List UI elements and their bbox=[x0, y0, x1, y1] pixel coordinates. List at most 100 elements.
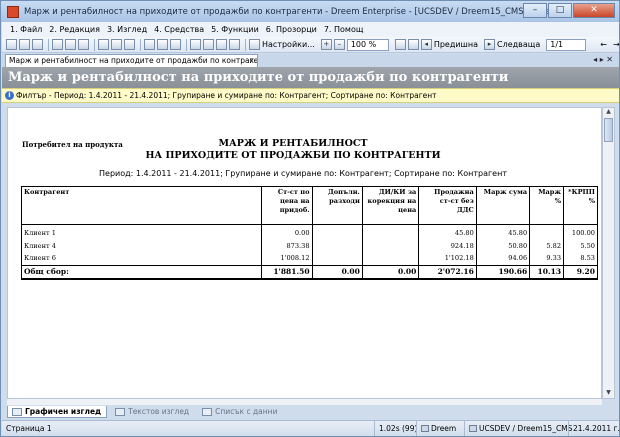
column-header: Марж % bbox=[529, 186, 565, 225]
report-page: Потребител на продукта МАРЖ И РЕНТАБИЛНО… bbox=[7, 107, 602, 399]
forward-arrow-icon[interactable]: → bbox=[613, 40, 620, 49]
fit-page-icon[interactable] bbox=[394, 39, 406, 50]
tab-data-list[interactable]: Списък с данни bbox=[198, 406, 282, 418]
menu-windows[interactable]: 6. Прозорци bbox=[266, 25, 317, 34]
zoom-select[interactable]: 100 % bbox=[346, 38, 389, 51]
filter-icon[interactable] bbox=[157, 39, 168, 50]
back-arrow-icon[interactable]: ← bbox=[600, 40, 607, 49]
menu-view[interactable]: 3. Изглед bbox=[107, 25, 147, 34]
table-cell: 5.82 bbox=[529, 239, 565, 252]
settings-button[interactable]: Настройки... bbox=[262, 40, 315, 49]
grid-icon[interactable] bbox=[229, 39, 240, 50]
table-cell: Клиент 1 bbox=[20, 224, 263, 239]
scroll-up-icon[interactable]: ▲ bbox=[603, 108, 614, 117]
print-preview-icon[interactable] bbox=[111, 39, 122, 50]
report-period: Период: 1.4.2011 - 21.4.2011; Групиране … bbox=[99, 169, 507, 178]
database-icon bbox=[469, 425, 477, 432]
report-title-line1: МАРЖ И РЕНТАБИЛНОСТ bbox=[218, 138, 368, 149]
report-title: МАРЖ И РЕНТАБИЛНОСТ НА ПРИХОДИТЕ ОТ ПРОД… bbox=[133, 138, 453, 162]
table-cell bbox=[529, 224, 565, 239]
layout-icon[interactable] bbox=[190, 39, 201, 50]
status-date: 21.4.2011 г. bbox=[568, 421, 620, 436]
minimize-button[interactable]: – bbox=[523, 3, 547, 18]
column-header: Марж сума bbox=[475, 186, 531, 225]
page-select[interactable]: 1/1 bbox=[546, 38, 587, 51]
menu-file[interactable]: 1. Файл bbox=[10, 25, 42, 34]
fit-width-icon[interactable] bbox=[407, 39, 419, 50]
save-icon[interactable] bbox=[32, 39, 43, 50]
open-folder-icon[interactable] bbox=[19, 39, 30, 50]
total-label: Общ сбор: bbox=[20, 264, 263, 280]
table-cell: 100.00 bbox=[563, 224, 598, 239]
table-cell: 1'008.12 bbox=[261, 252, 313, 265]
total-cell: 0.00 bbox=[311, 264, 363, 280]
menu-edit[interactable]: 2. Редакция bbox=[49, 25, 100, 34]
table-row: Клиент 1 0.00 45.80 45.80 100.00 bbox=[20, 224, 598, 239]
print-icon[interactable] bbox=[98, 39, 109, 50]
horizontal-scrollbar[interactable] bbox=[7, 399, 602, 405]
app-window: Марж и рентабилност на приходите от прод… bbox=[0, 0, 620, 437]
tab-graphic-view[interactable]: Графичен изглед bbox=[7, 406, 108, 418]
next-page-button[interactable]: Следваща bbox=[497, 40, 540, 49]
close-button[interactable]: ✕ bbox=[573, 3, 615, 18]
column-header: ДИ/КИ за корекция на цена bbox=[361, 186, 420, 225]
zoom-in-icon[interactable]: + bbox=[320, 39, 332, 50]
tab-navigation-controls[interactable]: ◂ ▸ ✕ bbox=[593, 54, 613, 66]
prev-page-button[interactable]: Предишна bbox=[434, 40, 478, 49]
menu-help[interactable]: 7. Помощ bbox=[324, 25, 364, 34]
table-cell: Клиент 4 bbox=[20, 239, 263, 252]
toolbar: Настройки... + – 100 % ◂ Предишна ▸ След… bbox=[2, 37, 620, 53]
tab-close-icon[interactable]: x bbox=[250, 55, 254, 66]
table-cell: 9.33 bbox=[529, 252, 565, 265]
filter-bar: i Филтър - Период: 1.4.2011 - 21.4.2011;… bbox=[2, 88, 619, 103]
status-bar: Страница 1 1.02s (99) Dreem UCSDEV / Dre… bbox=[2, 420, 620, 436]
tab-text-view-label: Текстов изглед bbox=[128, 407, 190, 416]
cut-icon[interactable] bbox=[52, 39, 63, 50]
view-tabs: Графичен изглед Текстов изглед Списък с … bbox=[7, 406, 615, 418]
table-cell: 8.53 bbox=[563, 252, 598, 265]
table-row: Клиент 6 1'008.12 1'102.18 94.06 9.33 8.… bbox=[20, 252, 598, 265]
tab-data-list-label: Списък с данни bbox=[215, 407, 278, 416]
column-header: *КРПП % bbox=[563, 186, 598, 225]
vertical-scrollbar[interactable]: ▲ ▼ bbox=[602, 107, 615, 399]
status-app-label: Dreem bbox=[431, 424, 457, 433]
table-cell: 45.80 bbox=[418, 224, 477, 239]
total-cell: 1'881.50 bbox=[261, 264, 313, 280]
status-db: UCSDEV / Dreem15_CMS bbox=[464, 421, 572, 436]
copy-icon[interactable] bbox=[65, 39, 76, 50]
info-icon: i bbox=[5, 91, 14, 100]
zoom-out-icon[interactable]: – bbox=[333, 39, 345, 50]
table-total-row: Общ сбор: 1'881.50 0.00 0.00 2'072.16 19… bbox=[20, 264, 598, 280]
report-table: Контрагент Ст-ст по цена на придоб. Допъ… bbox=[20, 186, 598, 280]
toolbar-separator bbox=[48, 38, 49, 51]
column-header: Ст-ст по цена на придоб. bbox=[261, 186, 313, 225]
graphic-view-icon bbox=[12, 408, 22, 416]
settings-icon bbox=[249, 39, 260, 50]
paste-icon[interactable] bbox=[78, 39, 89, 50]
report-title-line2: НА ПРИХОДИТЕ ОТ ПРОДАЖБИ ПО КОНТРАГЕНТИ bbox=[145, 150, 441, 161]
menu-functions[interactable]: 5. Функции bbox=[211, 25, 259, 34]
scrollbar-thumb[interactable] bbox=[604, 118, 613, 142]
table-cell bbox=[311, 239, 363, 252]
column-header: Продажна ст-ст без ДДС bbox=[418, 186, 477, 225]
page-setup-icon[interactable] bbox=[124, 39, 135, 50]
menu-tools[interactable]: 4. Средства bbox=[154, 25, 204, 34]
total-cell: 0.00 bbox=[361, 264, 420, 280]
app-logo-icon bbox=[7, 5, 19, 18]
prev-page-icon: ◂ bbox=[420, 39, 432, 50]
columns-icon[interactable] bbox=[203, 39, 214, 50]
total-cell: 190.66 bbox=[475, 264, 531, 280]
tab-report[interactable]: Марж и рентабилност на приходите от прод… bbox=[5, 54, 258, 67]
maximize-button[interactable]: □ bbox=[548, 3, 572, 18]
export-icon[interactable] bbox=[170, 39, 181, 50]
refresh-icon[interactable] bbox=[144, 39, 155, 50]
scroll-down-icon[interactable]: ▼ bbox=[603, 389, 614, 398]
next-page-icon: ▸ bbox=[484, 39, 496, 50]
tab-text-view[interactable]: Текстов изглед bbox=[111, 406, 194, 418]
new-document-icon[interactable] bbox=[6, 39, 17, 50]
toolbar-separator bbox=[94, 38, 95, 51]
table-cell: 94.06 bbox=[475, 252, 531, 265]
chart-icon[interactable] bbox=[216, 39, 227, 50]
toolbar-separator bbox=[140, 38, 141, 51]
document-tab-bar: Марж и рентабилност на приходите от прод… bbox=[2, 54, 619, 67]
